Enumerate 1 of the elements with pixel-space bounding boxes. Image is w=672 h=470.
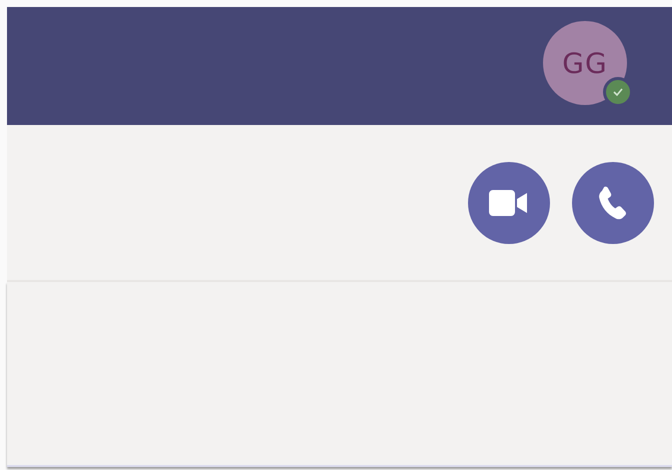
video-camera-icon (489, 190, 529, 216)
